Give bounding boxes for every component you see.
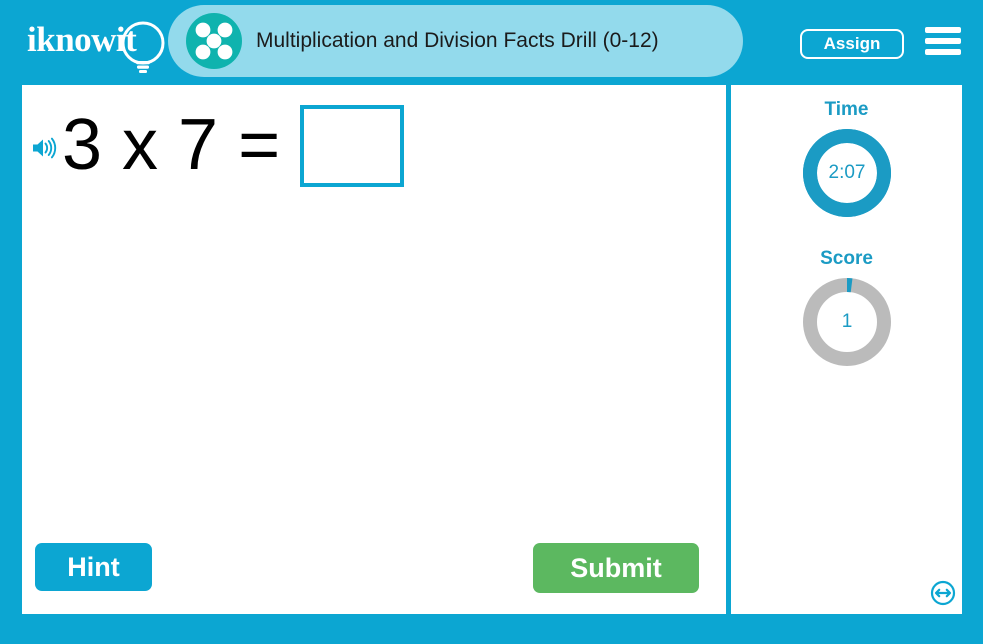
time-value: 2:07 bbox=[828, 162, 866, 183]
submit-button[interactable]: Submit bbox=[533, 543, 699, 593]
dice-five-dots-icon bbox=[186, 13, 242, 69]
menu-bar-top bbox=[925, 27, 961, 33]
speaker-icon[interactable] bbox=[30, 133, 60, 163]
score-label: Score bbox=[820, 248, 873, 269]
activity-title: Multiplication and Division Facts Drill … bbox=[256, 29, 659, 52]
menu-bar-middle bbox=[925, 38, 961, 44]
resize-horizontal-icon[interactable] bbox=[930, 580, 956, 606]
logo-wordmark: iknowit bbox=[27, 20, 137, 59]
content-panel: 3 x 7 = Hint Submit Time 2:07 Score 1 bbox=[22, 85, 962, 614]
answer-input[interactable] bbox=[300, 105, 405, 187]
activity-title-pill: Multiplication and Division Facts Drill … bbox=[168, 5, 743, 77]
time-ring: 2:07 bbox=[800, 126, 894, 220]
stats-sidebar: Time 2:07 Score 1 bbox=[731, 85, 962, 614]
score-ring: 1 bbox=[800, 275, 894, 369]
question-row: 3 x 7 = bbox=[30, 95, 405, 195]
hint-button[interactable]: Hint bbox=[35, 543, 152, 591]
assign-button[interactable]: Assign bbox=[800, 29, 904, 59]
iknowit-logo[interactable]: iknowit bbox=[27, 14, 169, 73]
question-expression: 3 x 7 = bbox=[62, 105, 281, 185]
hamburger-menu-icon[interactable] bbox=[925, 26, 961, 58]
score-value: 1 bbox=[841, 311, 853, 332]
time-label: Time bbox=[824, 99, 869, 120]
activity-app: iknowit Multiplication and Division Fact… bbox=[0, 0, 983, 644]
menu-bar-bottom bbox=[925, 49, 961, 55]
app-header: iknowit Multiplication and Division Fact… bbox=[0, 0, 983, 82]
